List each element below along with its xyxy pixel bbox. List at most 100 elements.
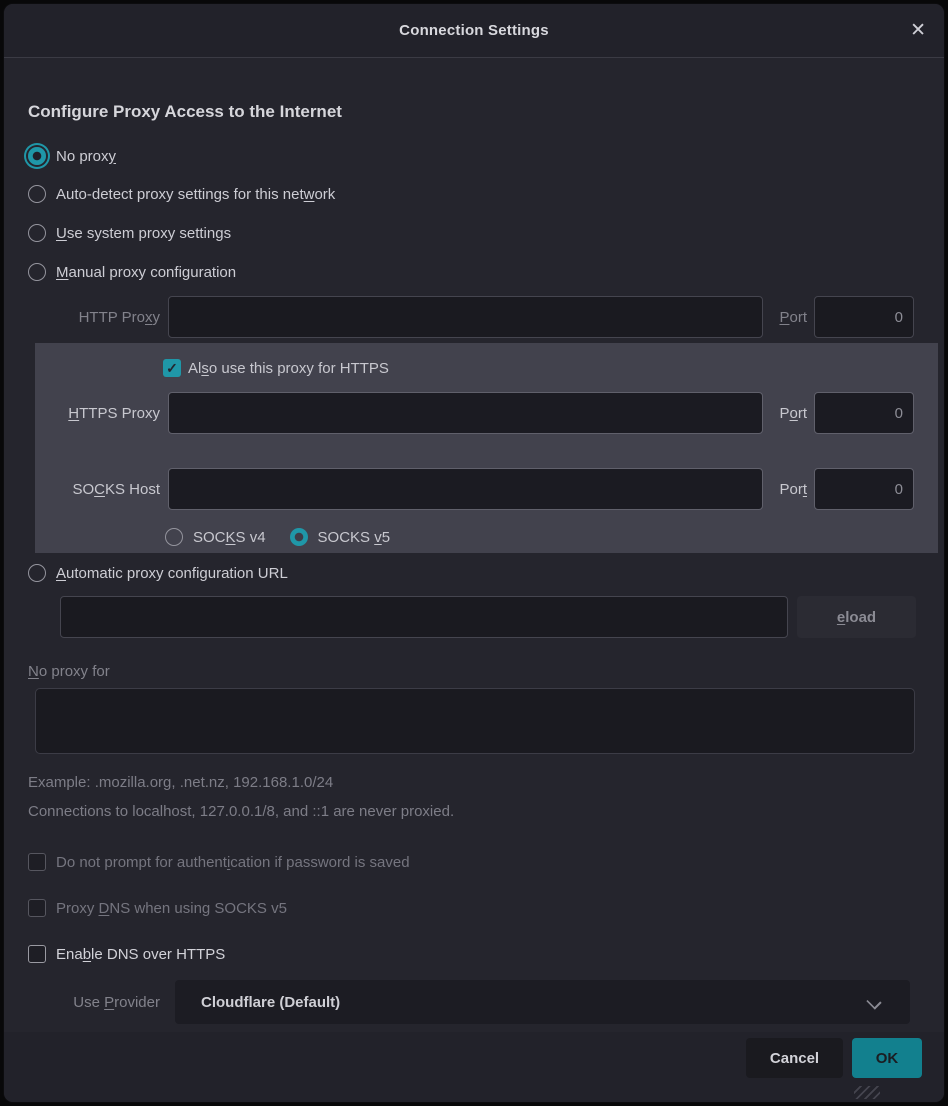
radio-manual-proxy-label: Manual proxy configuration <box>56 264 236 281</box>
https-proxy-label: HTTPS Proxy <box>28 405 160 422</box>
radio-unselected-icon[interactable] <box>28 263 46 281</box>
access-key: A <box>56 565 66 582</box>
radio-unselected-icon[interactable] <box>28 224 46 242</box>
checkbox-proxy-dns-label: Proxy DNS when using SOCKS v5 <box>56 900 287 917</box>
radio-system-proxy-label: Use system proxy settings <box>56 225 231 242</box>
access-key: H <box>68 405 79 422</box>
label-part: rovider <box>114 994 160 1011</box>
radio-selected-icon[interactable] <box>290 528 308 546</box>
connection-settings-dialog: Connection Settings ✕ Configure Proxy Ac… <box>4 4 944 1102</box>
https-proxy-input[interactable] <box>168 392 763 434</box>
checkbox-share-https[interactable]: ✓ Also use this proxy for HTTPS <box>163 355 389 381</box>
http-port-input[interactable] <box>814 296 914 338</box>
label-part: se system proxy settings <box>67 225 231 242</box>
access-key: x <box>145 309 153 326</box>
checkbox-checked-icon[interactable]: ✓ <box>163 359 181 377</box>
label-part: Use <box>73 994 104 1011</box>
access-key: P <box>779 309 789 326</box>
radio-system-proxy[interactable]: Use system proxy settings <box>28 220 231 246</box>
access-key: P <box>104 994 114 1011</box>
socks-host-input[interactable] <box>168 468 763 510</box>
access-key: w <box>304 186 315 203</box>
http-proxy-row: HTTP Proxy Port <box>28 296 920 338</box>
access-key: s <box>201 360 209 377</box>
auto-url-input[interactable] <box>60 596 788 638</box>
dialog-title: Connection Settings <box>399 22 549 39</box>
radio-unselected-icon[interactable] <box>28 564 46 582</box>
checkbox-doh[interactable]: Enable DNS over HTTPS <box>28 941 225 967</box>
radio-selected-icon[interactable] <box>28 147 46 165</box>
label-part: NS when using SOCKS v5 <box>109 900 287 917</box>
radio-socks-v4-label[interactable]: SOCKS v4 <box>193 529 266 546</box>
radio-no-proxy-label: No proxy <box>56 148 116 165</box>
no-proxy-for-textarea[interactable] <box>35 688 915 754</box>
reload-button[interactable]: eload <box>797 596 916 638</box>
radio-unselected-icon[interactable] <box>165 528 183 546</box>
label-part: rt <box>798 405 807 422</box>
ok-label: OK <box>876 1050 899 1067</box>
localhost-note-text: Connections to localhost, 127.0.0.1/8, a… <box>28 803 454 820</box>
access-key: t <box>803 481 807 498</box>
example-note: Example: .mozilla.org, .net.nz, 192.168.… <box>28 774 333 791</box>
label-part: Por <box>779 481 802 498</box>
ok-button[interactable]: OK <box>852 1038 922 1078</box>
label-part: No prox <box>56 148 109 165</box>
section-heading: Configure Proxy Access to the Internet <box>28 102 342 122</box>
close-icon[interactable]: ✕ <box>910 4 926 57</box>
socks-host-label: SOCKS Host <box>28 481 160 498</box>
access-key: M <box>56 264 69 281</box>
label-part: le DNS over HTTPS <box>91 946 225 963</box>
https-port-label: Port <box>771 405 807 422</box>
https-port-input[interactable] <box>814 392 914 434</box>
checkbox-proxy-dns[interactable]: Proxy DNS when using SOCKS v5 <box>28 895 287 921</box>
socks-version-row: SOCKS v4 SOCKS v5 <box>165 524 390 550</box>
access-key: y <box>109 148 117 165</box>
socks-port-input[interactable] <box>814 468 914 510</box>
screen: Connection Settings ✕ Configure Proxy Ac… <box>0 0 948 1106</box>
label-part: P <box>779 405 789 422</box>
radio-no-proxy[interactable]: No proxy <box>28 143 116 169</box>
checkbox-unchecked-icon[interactable] <box>28 899 46 917</box>
access-key: D <box>99 900 110 917</box>
radio-socks-v5-label[interactable]: SOCKS v5 <box>318 529 391 546</box>
http-proxy-input[interactable] <box>168 296 763 338</box>
label-part: KS Host <box>105 481 160 498</box>
radio-manual-proxy[interactable]: Manual proxy configuration <box>28 259 236 285</box>
label-part: SOCKS <box>318 529 375 546</box>
localhost-note: Connections to localhost, 127.0.0.1/8, a… <box>28 803 454 820</box>
http-proxy-label: HTTP Proxy <box>28 309 160 326</box>
provider-select[interactable]: Cloudflare (Default) <box>175 980 910 1024</box>
label-part: ort <box>789 309 807 326</box>
socks-host-row: SOCKS Host Port <box>28 468 938 510</box>
provider-label: Use Provider <box>28 980 160 1024</box>
radio-auto-url[interactable]: Automatic proxy configuration URL <box>28 560 288 586</box>
checkbox-unchecked-icon[interactable] <box>28 945 46 963</box>
radio-auto-url-label: Automatic proxy configuration URL <box>56 565 288 582</box>
label-part: Al <box>188 360 201 377</box>
label-part: SOC <box>193 529 226 546</box>
radio-unselected-icon[interactable] <box>28 185 46 203</box>
http-port-label: Port <box>771 309 807 326</box>
label-part: o use this proxy for HTTPS <box>209 360 389 377</box>
radio-auto-detect[interactable]: Auto-detect proxy settings for this netw… <box>28 181 335 207</box>
access-key: K <box>226 529 236 546</box>
cancel-label: Cancel <box>770 1050 819 1067</box>
checkbox-doh-label: Enable DNS over HTTPS <box>56 946 225 963</box>
label-part: load <box>845 609 876 626</box>
checkbox-no-prompt[interactable]: Do not prompt for authentication if pass… <box>28 849 410 875</box>
label-part: Proxy <box>56 900 99 917</box>
cancel-button[interactable]: Cancel <box>746 1038 843 1078</box>
example-note-text: Example: .mozilla.org, .net.nz, 192.168.… <box>28 774 333 791</box>
checkbox-unchecked-icon[interactable] <box>28 853 46 871</box>
dialog-titlebar: Connection Settings ✕ <box>4 4 944 58</box>
label-part: y <box>153 309 161 326</box>
label-part: Auto-detect proxy settings for this net <box>56 186 304 203</box>
label-part: utomatic proxy configuration URL <box>66 565 288 582</box>
checkbox-share-https-label: Also use this proxy for HTTPS <box>188 360 389 377</box>
label-part: TTPS Proxy <box>79 405 160 422</box>
access-key: C <box>94 481 105 498</box>
access-key: v <box>374 529 382 546</box>
access-key: N <box>28 663 39 680</box>
label-part: cation if password is saved <box>230 854 409 871</box>
resize-grip[interactable] <box>854 1086 880 1099</box>
